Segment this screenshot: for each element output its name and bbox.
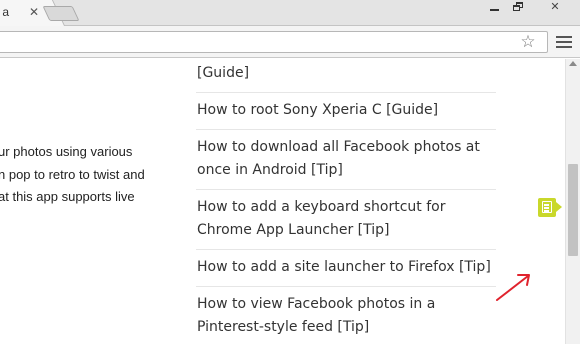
article-line: n pop to retro to twist and — [0, 166, 145, 182]
active-tab[interactable]: s a ✕ — [0, 0, 50, 26]
tab-title: s a — [0, 5, 10, 19]
article-text: ur photos using various n pop to retro t… — [0, 141, 180, 209]
article-line: ur photos using various — [0, 144, 133, 159]
related-link[interactable]: How to add a site launcher to Firefox [T… — [196, 250, 496, 287]
chrome-menu-icon[interactable] — [556, 36, 572, 50]
browser-toolbar: ☆ — [0, 26, 580, 58]
related-link[interactable]: How to download all Facebook photos at o… — [196, 130, 496, 190]
restore-button[interactable] — [508, 0, 530, 16]
minimize-button[interactable] — [484, 0, 506, 16]
new-tab-button[interactable] — [42, 6, 80, 21]
close-window-button[interactable]: ✕ — [534, 0, 576, 16]
related-link[interactable]: How to view Facebook photos in a Pintere… — [196, 287, 496, 344]
annotation-arrow-icon — [496, 274, 530, 301]
scroll-thumb[interactable] — [568, 164, 578, 256]
related-link[interactable]: [Guide] — [196, 59, 496, 93]
address-bar[interactable]: ☆ — [0, 31, 548, 53]
note-icon[interactable] — [538, 198, 562, 217]
tab-strip: s a ✕ ✕ — [0, 0, 580, 26]
vertical-scrollbar[interactable] — [565, 59, 580, 344]
tab-close-icon[interactable]: ✕ — [27, 5, 41, 19]
bookmark-star-icon[interactable]: ☆ — [517, 32, 539, 54]
article-line: at this app supports live — [0, 189, 135, 204]
related-link[interactable]: How to root Sony Xperia C [Guide] — [196, 93, 496, 130]
related-link[interactable]: How to add a keyboard shortcut for Chrom… — [196, 190, 496, 250]
related-links-list: [Guide] How to root Sony Xperia C [Guide… — [196, 59, 496, 344]
scroll-up-arrow-icon[interactable] — [569, 61, 577, 66]
page-content: ur photos using various n pop to retro t… — [0, 59, 565, 344]
